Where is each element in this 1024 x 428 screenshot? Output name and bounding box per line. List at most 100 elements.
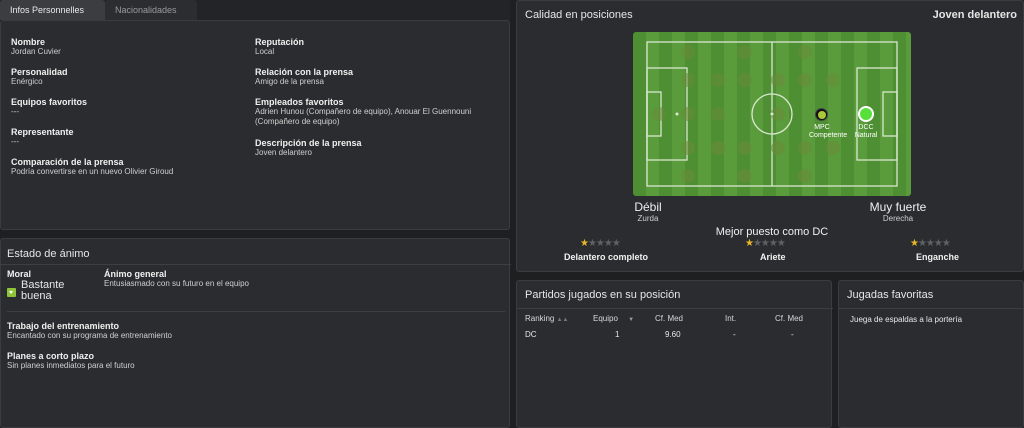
divider xyxy=(517,308,833,309)
cell-int: - xyxy=(733,329,736,339)
star-icon: ★★★★ xyxy=(587,238,621,249)
field-press-description: Descripción de la prensa Joven delantero xyxy=(255,138,362,158)
marker-rating: Natural xyxy=(854,132,878,139)
marker-rating: Competente xyxy=(809,132,848,139)
role-name: Delantero completo xyxy=(564,252,649,262)
value: Local xyxy=(255,47,275,56)
value: Joven delantero xyxy=(255,148,312,157)
label: Reputación xyxy=(255,37,305,47)
morale-value: Bastante buena xyxy=(21,279,65,302)
position-marker-mpc[interactable] xyxy=(815,108,828,121)
table-header-row: Ranking ▲▲ Equipo ▼ Cf. Med Int. Cf. Med xyxy=(525,310,825,326)
label: Equipos favoritos xyxy=(11,97,88,107)
field-general-mood: Ánimo general Entusiasmado con su futuro… xyxy=(104,269,249,289)
left-foot-rating: Débil xyxy=(634,200,662,214)
player-role: Joven delantero xyxy=(932,9,1017,21)
value: Enérgico xyxy=(11,77,43,86)
tab-nationalities[interactable]: Nacionalidades xyxy=(105,0,197,20)
field-morale: Moral xyxy=(7,269,31,279)
label: Ánimo general xyxy=(104,269,167,279)
role-stars-enganche: ★★★★★ xyxy=(910,238,951,249)
star-icon: ★ xyxy=(910,238,919,249)
right-foot-rating: Muy fuerte xyxy=(869,200,927,214)
left-foot: Débil Zurda xyxy=(618,200,678,223)
mood-panel: Estado de ánimo Moral Bastante buena Áni… xyxy=(0,238,511,428)
value: Entusiasmado con su futuro en el equipo xyxy=(104,279,249,288)
value: Adrien Hunou (Compañero de equipo), Anou… xyxy=(255,107,472,126)
label: Personalidad xyxy=(11,67,68,77)
mood-title: Estado de ánimo xyxy=(7,248,90,260)
star-icon: ★★★★ xyxy=(752,238,786,249)
field-press-comparison: Comparación de la prensa Podría converti… xyxy=(11,157,173,177)
sort-icon: ▲▲ xyxy=(556,316,569,323)
field-press-relation: Relación con la prensa Amigo de la prens… xyxy=(255,67,353,87)
matches-panel: Partidos jugados en su posición xyxy=(516,280,833,428)
label: Relación con la prensa xyxy=(255,67,354,77)
sort-down-icon: ▼ xyxy=(628,316,635,323)
label: Nombre xyxy=(11,37,46,47)
table-row[interactable]: DC 1 9.60 - - xyxy=(525,326,825,342)
morale-indicator-icon xyxy=(7,288,16,297)
marker-code: MPC xyxy=(814,124,830,131)
label: Moral xyxy=(7,269,32,279)
col-int[interactable]: Int. xyxy=(725,310,775,326)
value: --- xyxy=(11,137,19,146)
value: Amigo de la prensa xyxy=(255,77,324,86)
position-marker-dcc[interactable] xyxy=(858,106,874,122)
value: Podría convertirse en un nuevo Olivier G… xyxy=(11,167,174,176)
col-label: Ranking xyxy=(525,313,555,323)
col-label: Int. xyxy=(725,313,737,323)
pitch: MPC Competente DCC Natural xyxy=(633,32,911,196)
marker-fill xyxy=(818,111,826,119)
field-name: Nombre Jordan Cuvier xyxy=(11,37,61,57)
role-stars-ariete: ★★★★★ xyxy=(745,238,786,249)
col-ranking[interactable]: Ranking ▲▲ xyxy=(525,310,593,326)
col-avg-rating[interactable]: Cf. Med xyxy=(655,310,725,326)
cell-team: 1 xyxy=(615,329,620,339)
left-foot-label: Zurda xyxy=(637,214,659,223)
tab-bar: Infos Personnelles Nacionalidades xyxy=(0,0,510,20)
label: Comparación de la prensa xyxy=(11,157,124,167)
favorite-move-item: Juega de espaldas a la portería xyxy=(850,315,963,324)
favorite-moves-panel: Jugadas favoritas Juega de espaldas a la… xyxy=(838,280,1024,428)
cell-ranking: DC xyxy=(525,329,537,339)
value: Encantado con su programa de entrenamien… xyxy=(7,331,172,340)
value: Jordan Cuvier xyxy=(11,47,61,56)
field-reputation: Reputación Local xyxy=(255,37,304,57)
field-short-term-plans: Planes a corto plazo Sin planes inmediat… xyxy=(7,351,135,371)
star-icon: ★★★★ xyxy=(917,238,951,249)
col-label: Equipo xyxy=(593,313,618,323)
tab-personal-info[interactable]: Infos Personnelles xyxy=(0,0,105,20)
value: Sin planes inmediatos para el futuro xyxy=(7,361,135,370)
right-foot: Muy fuerte Derecha xyxy=(860,200,936,223)
col-avg-rating-2[interactable]: Cf. Med xyxy=(775,310,825,326)
marker-code: DCC xyxy=(858,124,874,131)
field-favorite-staff: Empleados favoritos Adrien Hunou (Compañ… xyxy=(255,97,475,127)
col-team[interactable]: Equipo ▼ xyxy=(593,310,655,326)
matches-table: Ranking ▲▲ Equipo ▼ Cf. Med Int. Cf. Med… xyxy=(525,310,825,342)
cell-avg-rating-2: - xyxy=(791,329,794,339)
cell-avg-rating: 9.60 xyxy=(665,329,681,339)
col-label: Cf. Med xyxy=(655,313,684,323)
label: Descripción de la prensa xyxy=(255,138,362,148)
personal-info-panel: Nombre Jordan Cuvier Personalidad Enérgi… xyxy=(0,20,510,230)
field-agent: Representante --- xyxy=(11,127,74,147)
favorite-moves-title: Jugadas favoritas xyxy=(847,289,934,301)
marker-label-mpc: MPC Competente xyxy=(809,124,848,140)
star-icon: ★ xyxy=(580,238,589,249)
positions-title: Calidad en posiciones xyxy=(525,9,633,21)
divider xyxy=(1,264,511,265)
divider xyxy=(839,308,1024,309)
col-label: Cf. Med xyxy=(775,313,804,323)
divider xyxy=(7,311,505,312)
label: Empleados favoritos xyxy=(255,97,344,107)
label: Trabajo del entrenamiento xyxy=(7,321,120,331)
label: Representante xyxy=(11,127,74,137)
best-role: Mejor puesto como DC xyxy=(715,226,829,238)
role-name: Ariete xyxy=(760,252,786,262)
star-icon: ★ xyxy=(745,238,754,249)
marker-fill xyxy=(860,108,872,120)
right-foot-label: Derecha xyxy=(882,214,914,223)
matches-title: Partidos jugados en su posición xyxy=(525,289,681,301)
marker-label-dcc: DCC Natural xyxy=(852,124,880,140)
